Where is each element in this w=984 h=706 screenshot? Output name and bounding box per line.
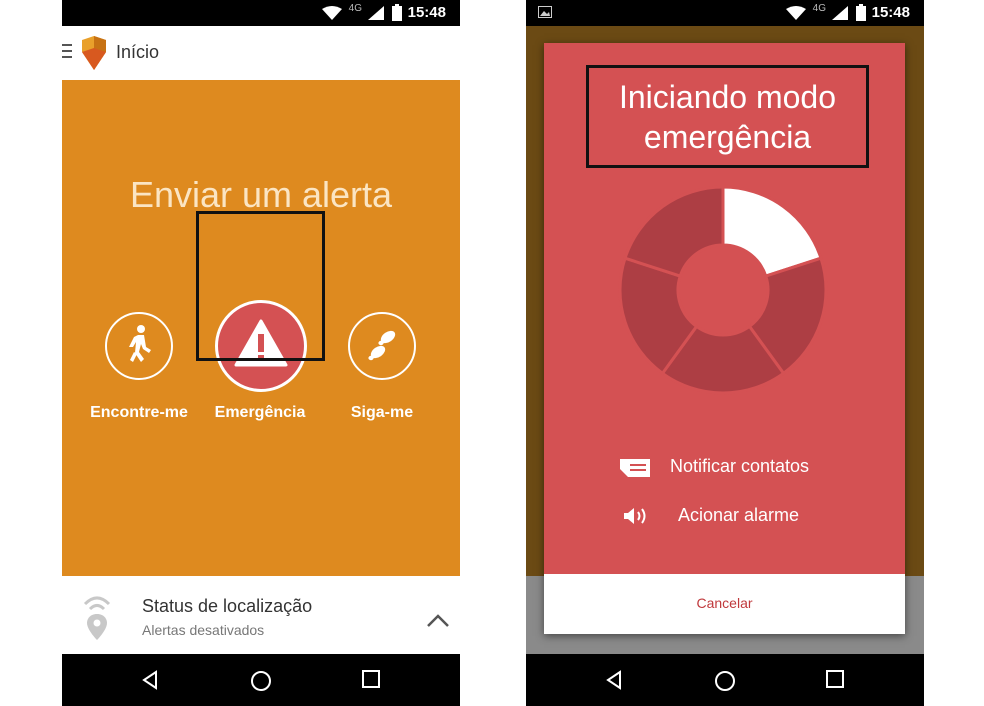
battery-icon [392,4,402,21]
donut-segment [623,185,725,278]
battery-icon [856,4,866,21]
recents-icon[interactable] [826,670,844,688]
walking-person-icon [129,325,151,362]
emergency-dialog: Iniciando modo emergência Notificar cont… [544,43,905,634]
nav-bar [62,654,460,706]
cancel-button[interactable]: Cancelar [544,595,905,611]
network-type: 4G [812,3,826,14]
location-status-subtitle: Alertas desativados [142,622,265,638]
status-bar: 4G 15:48 [62,0,460,26]
wifi-icon [322,6,342,20]
back-icon[interactable] [140,670,160,690]
signal-icon [368,6,384,20]
app-logo-icon [82,36,106,70]
follow-me-label: Siga-me [350,404,414,421]
speaker-icon [624,508,646,524]
countdown-donut [618,185,828,395]
recents-icon[interactable] [362,670,380,688]
emergency-highlight-box [196,211,325,361]
home-icon[interactable] [250,670,272,692]
phone-screen-emergency-dialog: 4G 15:48 Iniciando modo emergência Notif… [526,0,924,706]
sound-alarm-label: Acionar alarme [678,505,800,525]
back-icon[interactable] [604,670,624,690]
status-time: 15:48 [871,4,910,21]
signal-icon [832,6,848,20]
network-type: 4G [348,3,362,14]
emergency-label: Emergência [214,404,306,421]
home-icon[interactable] [714,670,736,692]
dialog-title-highlight-box [586,65,869,168]
message-icon [620,459,650,477]
chevron-up-icon[interactable] [426,614,450,628]
wifi-icon [786,6,806,20]
find-me-label: Encontre-me [90,404,188,421]
nav-bar [526,654,924,706]
alert-title: Enviar um alerta [129,174,393,215]
phone-screen-home: 4G 15:48 Início Enviar um alerta Encontr… [62,0,460,706]
notify-contacts-label: Notificar contatos [670,456,810,476]
location-status-title: Status de localização [142,596,313,616]
status-bar: 4G 15:48 [526,0,924,26]
location-status-panel[interactable]: Status de localização Alertas desativado… [62,576,460,654]
menu-icon[interactable] [62,44,72,60]
status-time: 15:48 [407,4,446,21]
page-title: Início [116,42,160,62]
find-me-button[interactable] [105,312,173,380]
location-signal-icon [83,596,111,640]
image-notification-icon [538,6,552,18]
footprints-icon [368,330,396,361]
app-bar: Início [62,26,460,80]
follow-me-button[interactable] [348,312,416,380]
